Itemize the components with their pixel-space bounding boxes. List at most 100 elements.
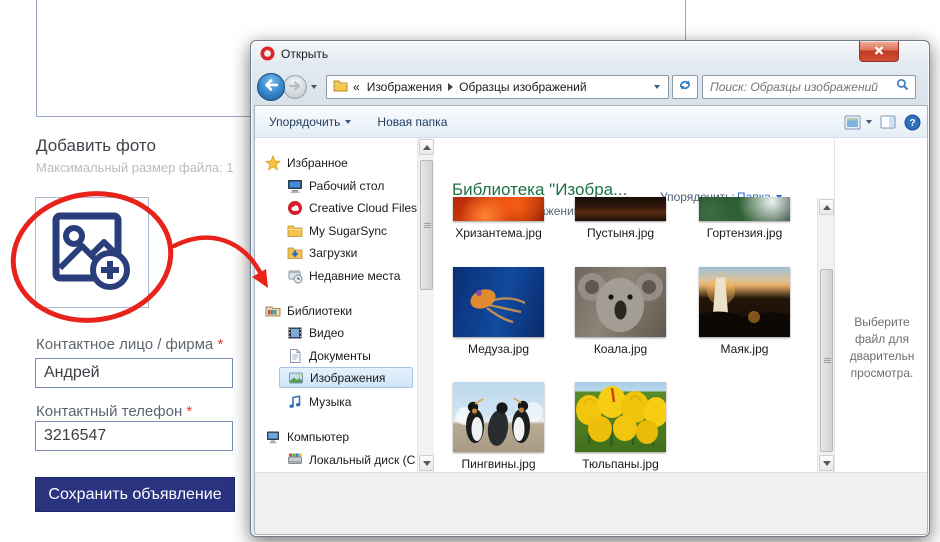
- preview-pane-button[interactable]: [880, 115, 896, 129]
- music-icon: [287, 394, 303, 410]
- breadcrumb-sample-pictures[interactable]: Образцы изображений: [459, 80, 586, 94]
- preview-hint: Выберите файл для дварительн просмотра.: [844, 314, 920, 382]
- breadcrumb-separator-icon: [448, 83, 453, 91]
- organize-menu[interactable]: Упорядочить: [269, 115, 351, 129]
- search-icon[interactable]: [896, 78, 909, 96]
- close-button[interactable]: [859, 41, 899, 62]
- computer-icon: [265, 429, 281, 445]
- search-input[interactable]: [703, 80, 896, 94]
- creative-cloud-icon: [287, 200, 303, 216]
- pictures-icon: [288, 370, 304, 386]
- scrollbar-thumb[interactable]: [420, 160, 433, 290]
- desktop-icon: [287, 178, 303, 194]
- add-image-icon: [48, 206, 136, 299]
- breadcrumb[interactable]: « Изображения Образцы изображений: [326, 75, 669, 99]
- file-tile[interactable]: Гортензия.jpg: [699, 197, 790, 240]
- open-file-dialog: Открыть: [250, 40, 930, 537]
- address-bar: « Изображения Образцы изображений: [251, 69, 929, 105]
- thumbnail-jellyfish[interactable]: [453, 267, 544, 337]
- scrollbar-thumb[interactable]: [820, 269, 833, 452]
- sidebar-item-downloads[interactable]: Загрузки: [287, 242, 357, 263]
- contact-phone-label: Контактный телефон *: [36, 403, 192, 420]
- sidebar-group-libraries[interactable]: Библиотеки: [265, 300, 352, 321]
- thumbnail-chrysanthemum[interactable]: [453, 197, 544, 221]
- back-icon: [264, 78, 278, 96]
- dialog-titlebar[interactable]: Открыть: [251, 41, 929, 67]
- recent-places-icon: [287, 268, 303, 284]
- thumbnail-koala[interactable]: [575, 267, 666, 337]
- contact-phone-field[interactable]: [35, 421, 233, 451]
- scroll-up-button[interactable]: [819, 199, 834, 215]
- sidebar-item-pictures[interactable]: Изображения: [279, 367, 413, 388]
- scroll-down-button[interactable]: [819, 455, 834, 471]
- refresh-icon: [678, 78, 692, 97]
- scroll-up-button[interactable]: [419, 139, 434, 155]
- breadcrumb-pictures[interactable]: Изображения: [367, 80, 442, 94]
- disk-icon: [287, 452, 303, 468]
- forward-icon: [289, 78, 301, 96]
- thumbnail-penguins[interactable]: [453, 382, 544, 452]
- search-box[interactable]: [702, 75, 916, 99]
- sidebar-item-creative-cloud[interactable]: Creative Cloud Files: [287, 197, 417, 218]
- sidebar-group-computer[interactable]: Компьютер: [265, 426, 349, 447]
- sidebar-scrollbar[interactable]: [417, 138, 434, 472]
- help-button[interactable]: ?: [904, 114, 921, 131]
- file-tile[interactable]: Тюльпаны.jpg: [575, 382, 666, 471]
- file-list-scrollbar[interactable]: [817, 198, 834, 472]
- red-arrow-annotation: [174, 238, 262, 276]
- file-tile[interactable]: Коала.jpg: [575, 267, 666, 356]
- opera-icon: [260, 46, 275, 66]
- thumbnail-tulips[interactable]: [575, 382, 666, 452]
- help-icon: ?: [904, 114, 921, 131]
- folder-icon: [287, 223, 303, 239]
- address-dropdown-icon[interactable]: [654, 85, 660, 89]
- contact-name-field[interactable]: [35, 358, 233, 388]
- file-tile[interactable]: Маяк.jpg: [699, 267, 790, 356]
- thumbnail-desert[interactable]: [575, 197, 666, 221]
- sidebar-group-favorites[interactable]: Избранное: [265, 152, 348, 173]
- new-folder-button[interactable]: Новая папка: [377, 115, 447, 129]
- sidebar-item-desktop[interactable]: Рабочий стол: [287, 175, 384, 196]
- required-asterisk: *: [217, 336, 223, 353]
- chevron-down-icon: [866, 120, 872, 124]
- add-photo-heading: Добавить фото: [36, 136, 156, 156]
- preview-pane: Выберите файл для дварительн просмотра.: [834, 138, 927, 472]
- chevron-down-icon: [345, 120, 351, 124]
- breadcrumb-chevron[interactable]: «: [353, 80, 360, 94]
- svg-text:?: ?: [909, 118, 915, 129]
- views-button[interactable]: [844, 115, 872, 130]
- recent-pages-dropdown[interactable]: [311, 85, 317, 89]
- sidebar-item-local-disk[interactable]: Локальный диск (С: [287, 449, 415, 470]
- file-tile[interactable]: Пингвины.jpg: [453, 382, 544, 471]
- sidebar-item-music[interactable]: Музыка: [287, 391, 351, 412]
- dialog-footer: Имя файла: Другие файлы Открыть Отмена: [255, 472, 928, 535]
- documents-icon: [287, 348, 303, 364]
- screen: Добавить фото Максимальный размер файла:…: [0, 0, 940, 542]
- libraries-icon: [265, 303, 281, 319]
- file-tile[interactable]: Медуза.jpg: [453, 267, 544, 356]
- back-button[interactable]: [257, 73, 285, 101]
- contact-name-label: Контактное лицо / фирма *: [36, 336, 223, 353]
- thumbnail-hydrangea[interactable]: [699, 197, 790, 221]
- file-tile[interactable]: Пустыня.jpg: [575, 197, 666, 240]
- dialog-title: Открыть: [281, 47, 328, 61]
- refresh-button[interactable]: [672, 75, 698, 99]
- dialog-client-area: Упорядочить Новая папка ?: [254, 105, 928, 535]
- file-tile[interactable]: Хризантема.jpg: [453, 197, 544, 240]
- photo-upload-dropzone[interactable]: [35, 197, 149, 308]
- sidebar-item-videos[interactable]: Видео: [287, 322, 344, 343]
- sidebar-item-documents[interactable]: Документы: [287, 345, 371, 366]
- folder-icon: [333, 79, 348, 95]
- forward-button[interactable]: [283, 75, 307, 99]
- navigation-pane: Избранное Рабочий стол Creative Cloud Fi…: [255, 138, 417, 472]
- sidebar-item-recent-places[interactable]: Недавние места: [287, 265, 400, 286]
- thumbnail-lighthouse[interactable]: [699, 267, 790, 337]
- max-file-size-hint: Максимальный размер файла: 1: [36, 160, 233, 175]
- star-icon: [265, 155, 281, 171]
- views-icon: [844, 115, 861, 130]
- save-ad-button[interactable]: Сохранить объявление: [35, 477, 235, 512]
- scroll-down-button[interactable]: [419, 455, 434, 471]
- sidebar-item-sugarsync[interactable]: My SugarSync: [287, 220, 387, 241]
- dialog-content: Избранное Рабочий стол Creative Cloud Fi…: [255, 138, 928, 472]
- preview-pane-icon: [880, 115, 896, 129]
